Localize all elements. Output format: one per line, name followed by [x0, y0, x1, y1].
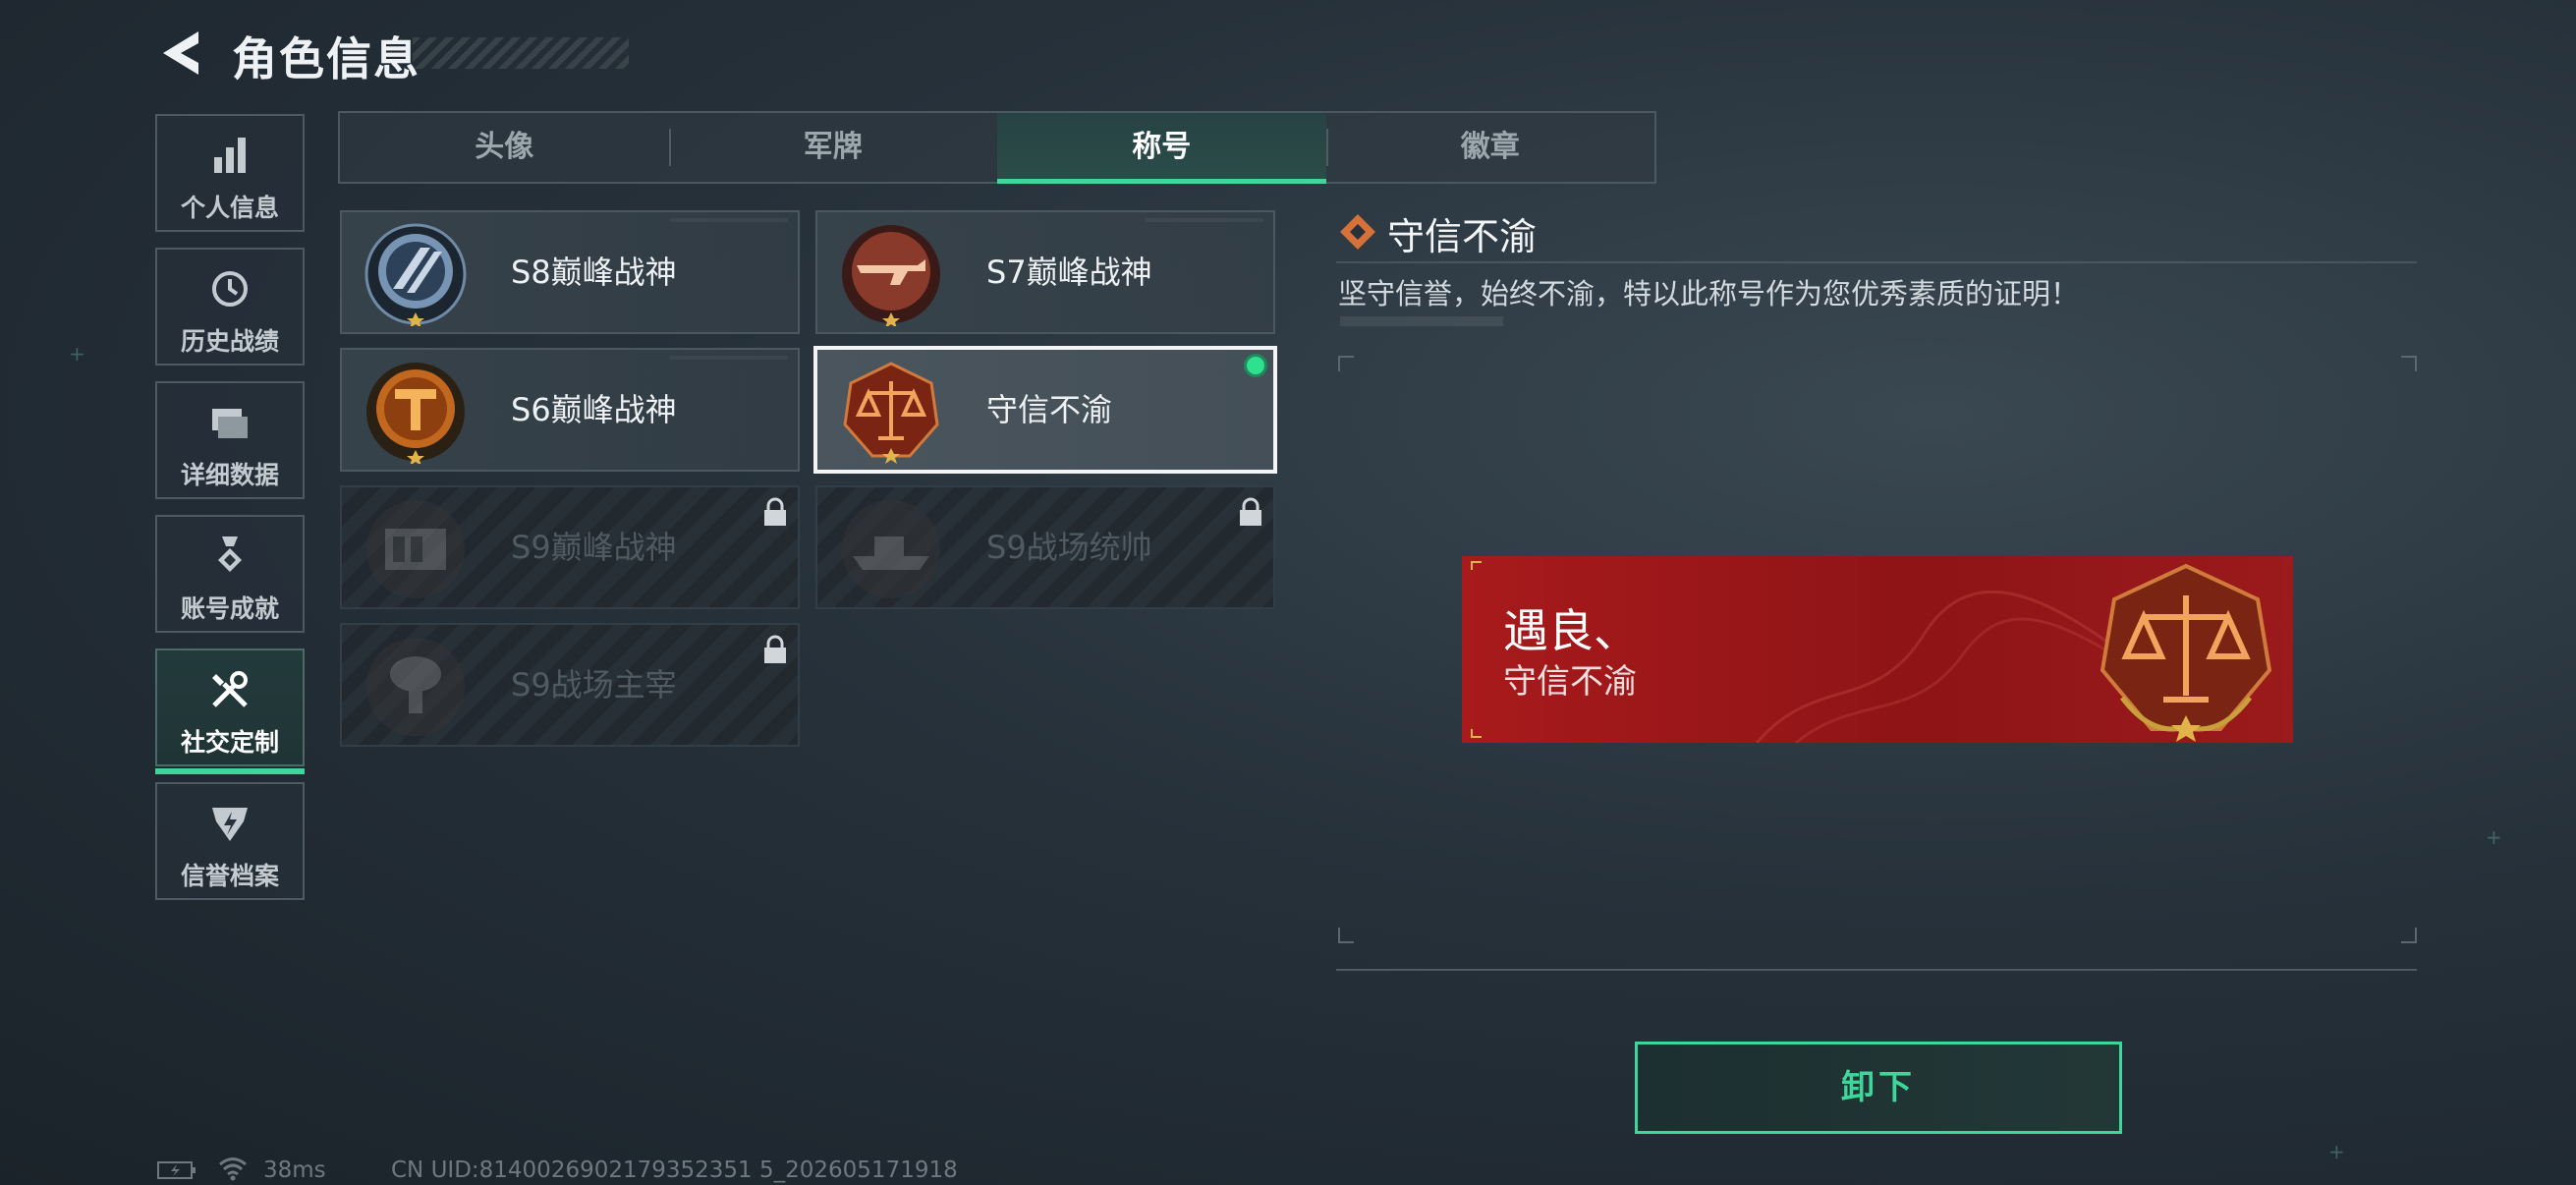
grid-cross-decor: +	[2328, 1140, 2345, 1163]
sidebar-item-details[interactable]: 详细数据	[155, 381, 305, 499]
detail-divider	[1336, 261, 2417, 263]
card-decor	[670, 356, 788, 360]
sidebar-item-label: 详细数据	[180, 461, 279, 489]
title-card-s6[interactable]: S6巅峰战神	[340, 348, 800, 472]
folder-icon	[212, 409, 248, 438]
blue-stripe-emblem-icon	[364, 223, 467, 326]
lock-icon	[1240, 497, 1261, 526]
unequip-button[interactable]: 卸下	[1635, 1042, 2122, 1134]
tab-avatar[interactable]: 头像	[340, 113, 669, 182]
card-decor	[670, 218, 788, 222]
credit-shield-icon	[212, 808, 248, 841]
sidebar-item-profile[interactable]: 个人信息	[155, 114, 305, 232]
sidebar-item-history[interactable]: 历史战绩	[155, 248, 305, 366]
back-arrow-icon[interactable]	[155, 28, 204, 79]
history-clock-icon	[212, 271, 248, 307]
title-card-s8[interactable]: S8巅峰战神	[340, 210, 800, 334]
tab-dog-tag[interactable]: 军牌	[668, 113, 998, 182]
title-name: S9战场主宰	[511, 666, 677, 704]
title-name: S9巅峰战神	[511, 529, 677, 566]
title-card-s7[interactable]: S7巅峰战神	[815, 210, 1275, 334]
sidebar-item-label: 历史战绩	[180, 327, 279, 356]
lock-icon	[764, 635, 786, 663]
ping-value: 38ms	[263, 1157, 326, 1183]
sidebar-item-label: 个人信息	[180, 194, 279, 222]
sidebar-item-label: 信誉档案	[180, 862, 279, 890]
red-rifle-emblem-icon	[842, 225, 940, 326]
title-card-s9-commander[interactable]: S9战场统帅	[815, 485, 1275, 609]
frame-corner	[1338, 356, 1354, 371]
active-indicator	[155, 768, 305, 774]
battery-icon	[157, 1161, 196, 1179]
detail-bottom-divider	[1336, 969, 2417, 971]
scales-emblem-icon	[2100, 563, 2272, 742]
tools-icon	[212, 671, 248, 707]
title-name: S6巅峰战神	[511, 391, 677, 428]
detail-title: 守信不渝	[1387, 215, 1538, 258]
title-hatch-decor	[413, 37, 629, 69]
grid-cross-decor: +	[69, 342, 85, 366]
frame-corner	[2401, 356, 2417, 371]
preview-player-name: 遇良、	[1503, 604, 1639, 657]
warship-emblem-icon	[842, 500, 940, 598]
title-card-s9-dominator[interactable]: S9战场主宰	[340, 623, 800, 747]
fortress-emblem-icon	[366, 500, 465, 598]
tab-title[interactable]: 称号	[997, 113, 1326, 184]
uid-text: CN UID:8140026902179352351 5_20260517191…	[391, 1157, 958, 1183]
title-name: 守信不渝	[986, 391, 1113, 428]
card-decor	[1146, 218, 1263, 222]
sidebar-item-social-custom[interactable]: 社交定制	[155, 649, 305, 774]
grid-cross-decor: +	[2486, 825, 2502, 849]
preview-title: 守信不渝	[1503, 662, 1637, 702]
wifi-icon	[219, 1157, 247, 1181]
frame-corner	[2401, 928, 2417, 943]
sidebar-item-achievements[interactable]: 账号成就	[155, 515, 305, 633]
title-name: S7巅峰战神	[986, 254, 1152, 291]
orange-t-emblem-icon	[366, 363, 465, 464]
equipped-indicator	[1244, 354, 1267, 377]
title-name: S9战场统帅	[986, 529, 1152, 566]
category-tabs: 头像 军牌 称号 徽章	[338, 111, 1656, 184]
detail-sub-decor	[1340, 316, 1503, 326]
lock-icon	[764, 497, 786, 526]
sidebar-item-label: 社交定制	[180, 728, 279, 757]
tab-badge[interactable]: 徽章	[1325, 113, 1655, 182]
page-title: 角色信息	[232, 32, 420, 85]
scales-emblem-icon	[843, 362, 939, 464]
sidebar-item-credit[interactable]: 信誉档案	[155, 782, 305, 900]
title-card-s9-peak[interactable]: S9巅峰战神	[340, 485, 800, 609]
sidebar-item-label: 账号成就	[180, 594, 279, 623]
title-card-shouxin[interactable]: 守信不渝	[813, 346, 1277, 474]
title-name: S8巅峰战神	[511, 254, 677, 291]
diamond-title-icon	[1340, 214, 1375, 250]
mushroom-cloud-emblem-icon	[366, 638, 465, 736]
detail-description: 坚守信誉，始终不渝，特以此称号作为您优秀素质的证明！	[1338, 277, 2080, 310]
bar-chart-icon	[214, 138, 246, 173]
frame-corner	[1338, 928, 1354, 943]
achievement-medal-icon	[218, 536, 242, 572]
